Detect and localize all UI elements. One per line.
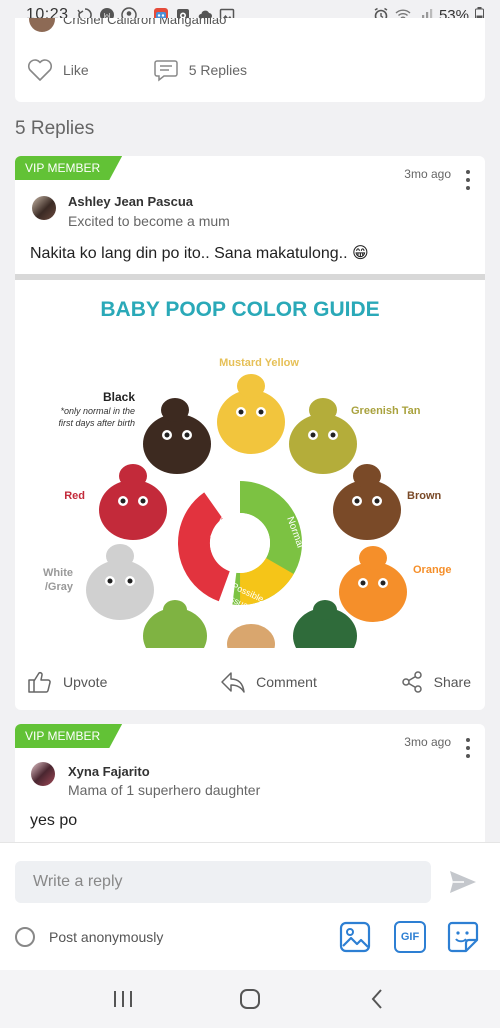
poop-brown	[333, 464, 401, 540]
label-orange: Orange	[413, 564, 452, 576]
reply-composer: Post anonymously GIF	[0, 842, 500, 970]
reply-author-bio: Excited to become a mum	[68, 213, 230, 229]
reply-arrow-icon	[221, 672, 245, 693]
back-icon	[371, 989, 382, 1009]
upvote-button[interactable]: Upvote	[27, 670, 107, 694]
like-button[interactable]: Like	[27, 58, 89, 82]
gif-button[interactable]: GIF	[394, 921, 426, 953]
sticker-icon[interactable]	[447, 921, 479, 953]
vip-badge: VIP MEMBER	[15, 724, 123, 748]
reply-author-name[interactable]: Ashley Jean Pascua	[68, 194, 193, 209]
gif-label: GIF	[400, 931, 420, 943]
avatar	[29, 18, 55, 32]
attached-image[interactable]: BABY POOP COLOR GUIDE Call Doctor Normal…	[15, 274, 485, 648]
post-anonymously-label: Post anonymously	[49, 929, 164, 945]
poop-black	[143, 398, 211, 474]
original-post-author-name: Crishel Callaron Manganilao	[63, 18, 227, 27]
label-mustard-yellow: Mustard Yellow	[219, 357, 299, 369]
label-white: White	[43, 567, 73, 579]
poop-tan	[227, 624, 275, 648]
reply-timestamp: 3mo ago	[404, 167, 451, 181]
poop-mustard-yellow	[217, 374, 285, 454]
more-options-icon[interactable]	[465, 738, 471, 758]
heart-icon	[27, 59, 53, 81]
label-black-note-2: first days after birth	[58, 418, 135, 428]
reply-input[interactable]	[15, 861, 431, 903]
share-button[interactable]: Share	[400, 670, 471, 694]
label-brown: Brown	[407, 490, 442, 502]
image-title: BABY POOP COLOR GUIDE	[100, 298, 379, 321]
original-post-card: Crishel Callaron Manganilao Like 5 Repli…	[15, 18, 485, 102]
original-post-author: Crishel Callaron Manganilao	[29, 18, 226, 32]
label-black: Black	[103, 390, 135, 404]
post-anonymously-toggle[interactable]: Post anonymously	[15, 927, 163, 947]
recent-apps-icon	[114, 991, 133, 1007]
label-red: Red	[64, 490, 85, 502]
vip-badge: VIP MEMBER	[15, 156, 123, 180]
home-button[interactable]	[230, 979, 270, 1019]
replies-count-label: 5 Replies	[188, 62, 248, 78]
comment-button[interactable]: Comment	[220, 670, 317, 694]
more-options-icon[interactable]	[465, 170, 471, 190]
home-icon	[239, 989, 260, 1009]
recent-apps-button[interactable]	[103, 979, 143, 1019]
share-icon	[401, 671, 422, 693]
reply-timestamp: 3mo ago	[404, 735, 451, 749]
thumbs-up-icon	[28, 671, 51, 693]
reply-author-name[interactable]: Xyna Fajarito	[68, 764, 150, 779]
reply-card: VIP MEMBER 3mo ago Xyna Fajarito Mama of…	[15, 724, 485, 844]
label-greenish-tan: Greenish Tan	[351, 405, 421, 417]
like-label: Like	[63, 62, 89, 78]
reply-text: Nakita ko lang din po ito.. Sana makatul…	[30, 245, 369, 262]
anonymous-radio[interactable]	[15, 927, 35, 947]
image-upload-icon[interactable]	[339, 921, 371, 953]
reply-text: yes po	[30, 812, 78, 829]
replies-heading: 5 Replies	[15, 118, 95, 139]
upvote-label: Upvote	[63, 674, 108, 690]
poop-color-guide-image: BABY POOP COLOR GUIDE Call Doctor Normal…	[43, 298, 452, 648]
reply-card: VIP MEMBER 3mo ago Ashley Jean Pascua Ex…	[15, 156, 485, 710]
original-post-actions: Like 5 Replies	[27, 58, 247, 82]
share-label: Share	[433, 674, 471, 690]
chat-bubble-icon	[153, 60, 178, 82]
label-black-note-1: *only normal in the	[60, 406, 135, 416]
poop-greenish-tan	[289, 398, 357, 474]
avatar[interactable]	[31, 762, 55, 786]
poop-red	[99, 464, 167, 540]
reply-actions: Upvote Comment Share	[27, 670, 471, 694]
poop-orange	[339, 546, 407, 622]
label-gray: /Gray	[45, 581, 74, 593]
comment-label: Comment	[256, 674, 317, 690]
back-button[interactable]	[357, 979, 397, 1019]
system-nav-bar	[0, 970, 500, 1028]
replies-button[interactable]: 5 Replies	[153, 58, 247, 82]
reply-author-bio: Mama of 1 superhero daughter	[68, 782, 261, 798]
avatar[interactable]	[32, 196, 56, 220]
send-icon[interactable]	[448, 869, 478, 895]
poop-white-gray	[86, 544, 154, 620]
poop-green	[143, 600, 207, 648]
